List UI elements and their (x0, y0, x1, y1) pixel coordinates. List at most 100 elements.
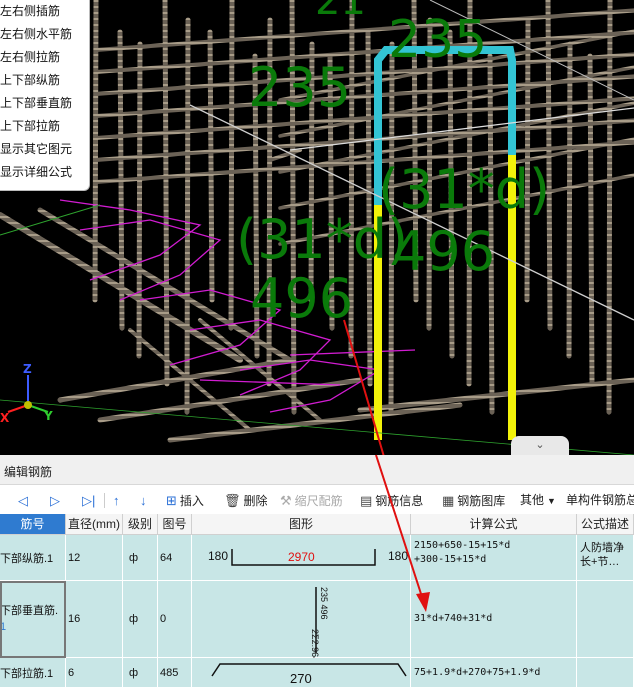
display-options-menu: 左右侧插筋 左右侧水平筋 左右侧拉筋 上下部纵筋 上下部垂直筋 上下部拉筋 显示… (0, 0, 90, 191)
col-header-figure[interactable]: 图号 (158, 514, 192, 535)
panel-title: 编辑钢筋 (0, 455, 634, 485)
dim-label-top-235: 235 (388, 10, 487, 70)
menu-item-top-bottom-tie[interactable]: 上下部拉筋 (0, 115, 89, 138)
trash-icon: 🗑 (224, 493, 241, 508)
arrow-down-icon: ↓ (140, 493, 147, 508)
row-diameter: 12 (68, 551, 81, 564)
last-icon: ▷| (82, 493, 96, 508)
row-grade: ф (129, 666, 139, 679)
axis-y-label: Y (43, 409, 53, 423)
collapse-tab[interactable]: ⌄ (511, 436, 569, 455)
shape-main-length: 2970 (288, 550, 315, 564)
row-desc-line1: 人防墙净 (580, 542, 624, 554)
col-header-name[interactable]: 筋号 (0, 514, 66, 535)
row-formula-line1[interactable]: 75+1.9*d+270+75+1.9*d (414, 666, 540, 680)
rebar-info-button[interactable]: ▤ 钢筋信息 (360, 486, 423, 515)
first-record-button[interactable]: ◁ (18, 486, 31, 515)
row-shape: 2Σ2.964 235 496 (192, 581, 411, 662)
rebar-line (94, 140, 634, 184)
next-icon: ▷ (50, 493, 60, 508)
annotation-arrow (343, 319, 385, 455)
row-formula-line1[interactable]: 31*d+740+31*d (414, 612, 492, 626)
summary-button[interactable]: 单构件钢筋总 (566, 486, 634, 515)
rebar-line (94, 30, 634, 74)
other-dropdown[interactable]: 其他 ▼ (520, 486, 556, 515)
row-shape: 180 2970 180 (192, 535, 411, 581)
rebar-library-button[interactable]: ▦ 钢筋图库 (442, 486, 505, 515)
menu-item-show-other[interactable]: 显示其它图元 (0, 138, 89, 161)
shape-right-length: 180 (388, 549, 408, 563)
menu-item-side-horizontal[interactable]: 左右侧水平筋 (0, 23, 89, 46)
other-label: 其他 (520, 493, 545, 507)
divider (104, 493, 105, 508)
delete-button[interactable]: 🗑 删除 (224, 486, 268, 515)
axis-x-label: X (0, 411, 10, 425)
menu-item-side-dowel[interactable]: 左右侧插筋 (0, 0, 89, 23)
menu-item-side-tie[interactable]: 左右侧拉筋 (0, 46, 89, 69)
row-grade: ф (129, 551, 139, 564)
rebar-toolbar: ◁ ▷ ▷| ↑ ↓ ⊞ 插入 🗑 删除 ⚒ 缩尺配筋 ▤ 钢筋信息 ▦ 钢筋图库 其他 ▼… (0, 486, 634, 516)
row-formula-line1[interactable]: 2150+650-15+15*d (414, 539, 576, 553)
scale-rebar-button[interactable]: ⚒ 缩尺配筋 (280, 486, 343, 515)
insert-label: 插入 (179, 494, 204, 508)
info-label: 钢筋信息 (375, 494, 424, 508)
shape-main-length: 270 (290, 671, 312, 686)
rebar-line (587, 53, 595, 387)
row-figure: 64 (160, 551, 173, 564)
rebar-line (566, 41, 573, 359)
summary-label: 单构件钢筋总 (566, 493, 634, 507)
table-row[interactable]: 下部垂直筋. 1 16 ф 0 2Σ2.964 235 496 31*d+740… (0, 581, 634, 662)
move-up-button[interactable]: ↑ (113, 486, 123, 515)
first-icon: ◁ (18, 493, 28, 508)
dim-label-left-496: 496 (250, 267, 353, 330)
library-label: 钢筋图库 (457, 494, 506, 508)
rebar-line (207, 29, 215, 303)
col-header-shape[interactable]: 图形 (192, 514, 411, 535)
arrow-up-icon: ↑ (113, 493, 120, 508)
dim-label-left-formula: (31*d) (236, 208, 408, 271)
col-header-formula[interactable]: 计算公式 (411, 514, 577, 535)
row-name: 下部纵筋.1 (0, 552, 54, 565)
rebar-scene: 21 235 235 (31*d) 496 (31*d) 496 Z Y X (0, 0, 634, 455)
menu-item-show-formula[interactable]: 显示详细公式 (0, 161, 89, 184)
shape-rotated-text-2: 235 496 (319, 587, 329, 620)
chevron-down-icon: ⌄ (535, 439, 545, 451)
axis-z-label: Z (23, 362, 32, 376)
menu-item-top-bottom-vertical[interactable]: 上下部垂直筋 (0, 92, 89, 115)
table-row[interactable]: 下部纵筋.1 12 ф 64 180 2970 180 2150+650-15+… (0, 535, 634, 581)
dim-label-top-partial: 21 (315, 0, 366, 24)
row-grade: ф (129, 613, 139, 625)
shape-left-length: 180 (208, 549, 228, 563)
dim-label-left-235: 235 (248, 56, 351, 119)
col-header-desc[interactable]: 公式描述 (577, 514, 634, 535)
row-figure: 0 (160, 613, 167, 625)
insert-icon: ⊞ (166, 493, 177, 508)
menu-item-top-bottom-longitudinal[interactable]: 上下部纵筋 (0, 69, 89, 92)
col-header-grade[interactable]: 级别 (123, 514, 158, 535)
row-diameter: 16 (68, 613, 81, 625)
move-down-button[interactable]: ↓ (140, 486, 150, 515)
insert-button[interactable]: ⊞ 插入 (166, 486, 204, 515)
last-record-button[interactable]: ▷| (82, 486, 98, 515)
col-header-diameter[interactable]: 直径(mm) (66, 514, 123, 535)
info-icon: ▤ (360, 493, 373, 508)
3d-viewport[interactable]: 21 235 235 (31*d) 496 (31*d) 496 Z Y X 左… (0, 0, 634, 455)
table-row[interactable]: 下部拉筋.1 6 ф 485 270 75+1.9*d+270+75+1.9*d (0, 658, 634, 688)
edit-rebar-panel: 编辑钢筋 ◁ ▷ ▷| ↑ ↓ ⊞ 插入 🗑 删除 ⚒ 缩尺配筋 ▤ 钢筋信息 ▦ 钢筋图… (0, 455, 634, 688)
row-name: 下部拉筋.1 (0, 667, 54, 680)
row-desc-line2: 长+节… (580, 556, 620, 568)
library-icon: ▦ (442, 493, 455, 508)
scale-label: 缩尺配筋 (294, 494, 343, 508)
axis-gizmo: Z Y X (0, 362, 53, 425)
row-formula-line2[interactable]: +300-15+15*d (414, 553, 576, 567)
row-figure: 485 (160, 666, 179, 679)
rebar-line (228, 0, 235, 331)
next-record-button[interactable]: ▷ (50, 486, 63, 515)
row-diameter: 6 (68, 666, 75, 679)
rebar-line (162, 0, 170, 387)
rebar-line (167, 402, 463, 443)
row-shape: 270 (192, 658, 411, 688)
shape-rotated-text: 2Σ2.964 (310, 629, 320, 658)
scale-icon: ⚒ (280, 493, 292, 508)
rebar-line (606, 0, 613, 415)
